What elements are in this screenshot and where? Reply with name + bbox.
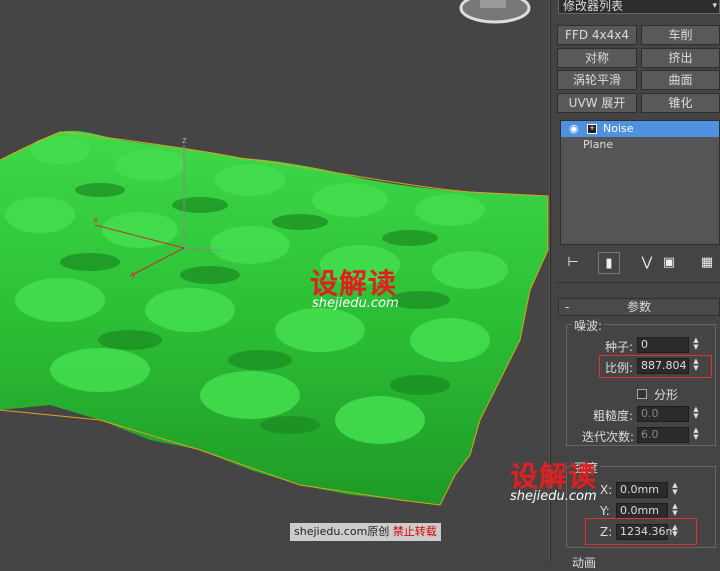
roughness-spinner[interactable]: ▲ ▼ <box>691 406 701 422</box>
roughness-label: 粗糙度: <box>593 409 634 423</box>
modifier-button-surface[interactable]: 曲面 <box>641 70 720 90</box>
strength-y-label: Y: <box>600 504 610 518</box>
gizmo-x-label: x <box>93 216 99 226</box>
rollout-toggle: - <box>565 300 570 314</box>
strength-x-spinner[interactable]: ▲ ▼ <box>670 482 680 498</box>
modifier-button-extrude[interactable]: 挤出 <box>641 48 720 68</box>
fractal-label: 分形 <box>654 388 679 402</box>
scale-label: 比例: <box>605 361 634 375</box>
footer-watermark-banner: shejiedu.com原创 禁止转载 <box>290 523 441 541</box>
rollout-title: 参数 <box>627 300 652 314</box>
strength-z-label: Z: <box>600 525 613 539</box>
seed-label: 种子: <box>605 340 634 354</box>
stack-item-label: Plane <box>583 138 614 151</box>
modifier-list-label: 修改器列表 <box>563 0 624 13</box>
modifier-button-uvw-unwrap[interactable]: UVW 展开 <box>557 93 637 113</box>
remove-modifier-icon[interactable]: ▣ <box>658 252 680 274</box>
modifier-stack: ◉ + Noise Plane <box>560 120 720 245</box>
expand-plus-icon[interactable]: + <box>587 124 597 134</box>
make-unique-icon[interactable]: ⋁ <box>636 252 658 274</box>
strength-z-input[interactable]: 1234.36m <box>616 524 676 540</box>
lightbulb-icon[interactable]: ◉ <box>569 121 579 137</box>
modifier-button-ffd[interactable]: FFD 4x4x4 <box>557 25 637 45</box>
separator <box>556 282 720 283</box>
strength-x-input[interactable]: 0.0mm <box>616 482 668 498</box>
modifier-button-turbosmooth[interactable]: 涡轮平滑 <box>557 70 637 90</box>
strength-x-label: X: <box>600 483 613 497</box>
stack-toolbar: ⊢ ▮ ⋁ ▣ ▦ <box>560 252 720 274</box>
scale-input[interactable]: 887.804 <box>637 358 689 374</box>
seed-spinner[interactable]: ▲ ▼ <box>691 337 701 353</box>
chevron-down-icon: ▾ <box>712 1 717 11</box>
gizmo-z-label: z <box>182 136 187 146</box>
modifier-button-symmetry[interactable]: 对称 <box>557 48 637 68</box>
iterations-label: 迭代次数: <box>582 430 635 444</box>
fractal-checkbox[interactable] <box>637 389 647 399</box>
gizmo-y-label: y <box>131 270 137 280</box>
modifier-button-lathe[interactable]: 车削 <box>641 25 720 45</box>
stack-item-noise[interactable]: ◉ + Noise <box>561 121 719 137</box>
strength-y-input[interactable]: 0.0mm <box>616 503 668 519</box>
pin-stack-icon[interactable]: ⊢ <box>562 252 584 274</box>
viewport-perspective[interactable]: z x y <box>0 0 550 562</box>
noise-group-label: 噪波: <box>572 317 605 334</box>
configure-modifier-sets-icon[interactable]: ▦ <box>696 252 718 274</box>
strength-y-spinner[interactable]: ▲ ▼ <box>670 503 680 519</box>
scale-spinner[interactable]: ▲ ▼ <box>691 358 701 374</box>
watermark-url-2: shejiedu.com <box>510 489 597 504</box>
animation-group-label: 动画 <box>572 556 597 570</box>
roughness-input[interactable]: 0.0 <box>637 406 689 422</box>
rollout-parameters-header[interactable]: - 参数 <box>558 298 720 316</box>
stack-item-label: Noise <box>603 122 634 135</box>
footer-site-text: shejiedu.com原创 <box>294 525 390 538</box>
iterations-input[interactable]: 6.0 <box>637 427 689 443</box>
seed-input[interactable]: 0 <box>637 337 689 353</box>
watermark-url: shejiedu.com <box>312 296 399 311</box>
noise-terrain-render <box>0 0 549 506</box>
stack-item-plane[interactable]: Plane <box>561 137 719 153</box>
modifier-list-dropdown[interactable]: 修改器列表 ▾ <box>558 0 720 14</box>
show-end-result-icon[interactable]: ▮ <box>598 252 620 274</box>
modifier-button-taper[interactable]: 锥化 <box>641 93 720 113</box>
iterations-spinner[interactable]: ▲ ▼ <box>691 427 701 443</box>
footer-warning-text: 禁止转载 <box>392 525 437 538</box>
strength-z-spinner[interactable]: ▲ ▼ <box>670 524 680 540</box>
